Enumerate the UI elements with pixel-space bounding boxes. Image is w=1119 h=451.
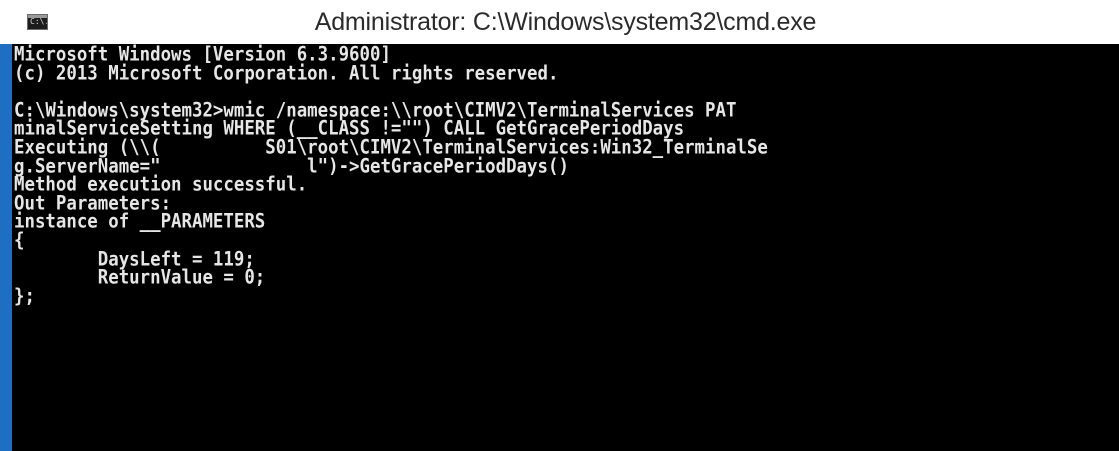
console-line: ReturnValue = 0;: [14, 267, 266, 290]
console-line: };: [14, 285, 35, 308]
window-frame-left: [0, 44, 12, 451]
window-title: Administrator: C:\Windows\system32\cmd.e…: [314, 8, 817, 36]
title-bar[interactable]: C:\. Administrator: C:\Windows\system32\…: [0, 0, 1119, 44]
console-output[interactable]: Microsoft Windows [Version 6.3.9600] (c)…: [12, 44, 1119, 451]
console-lines: Microsoft Windows [Version 6.3.9600] (c)…: [14, 45, 768, 308]
cmd-window: C:\. Administrator: C:\Windows\system32\…: [0, 0, 1119, 451]
